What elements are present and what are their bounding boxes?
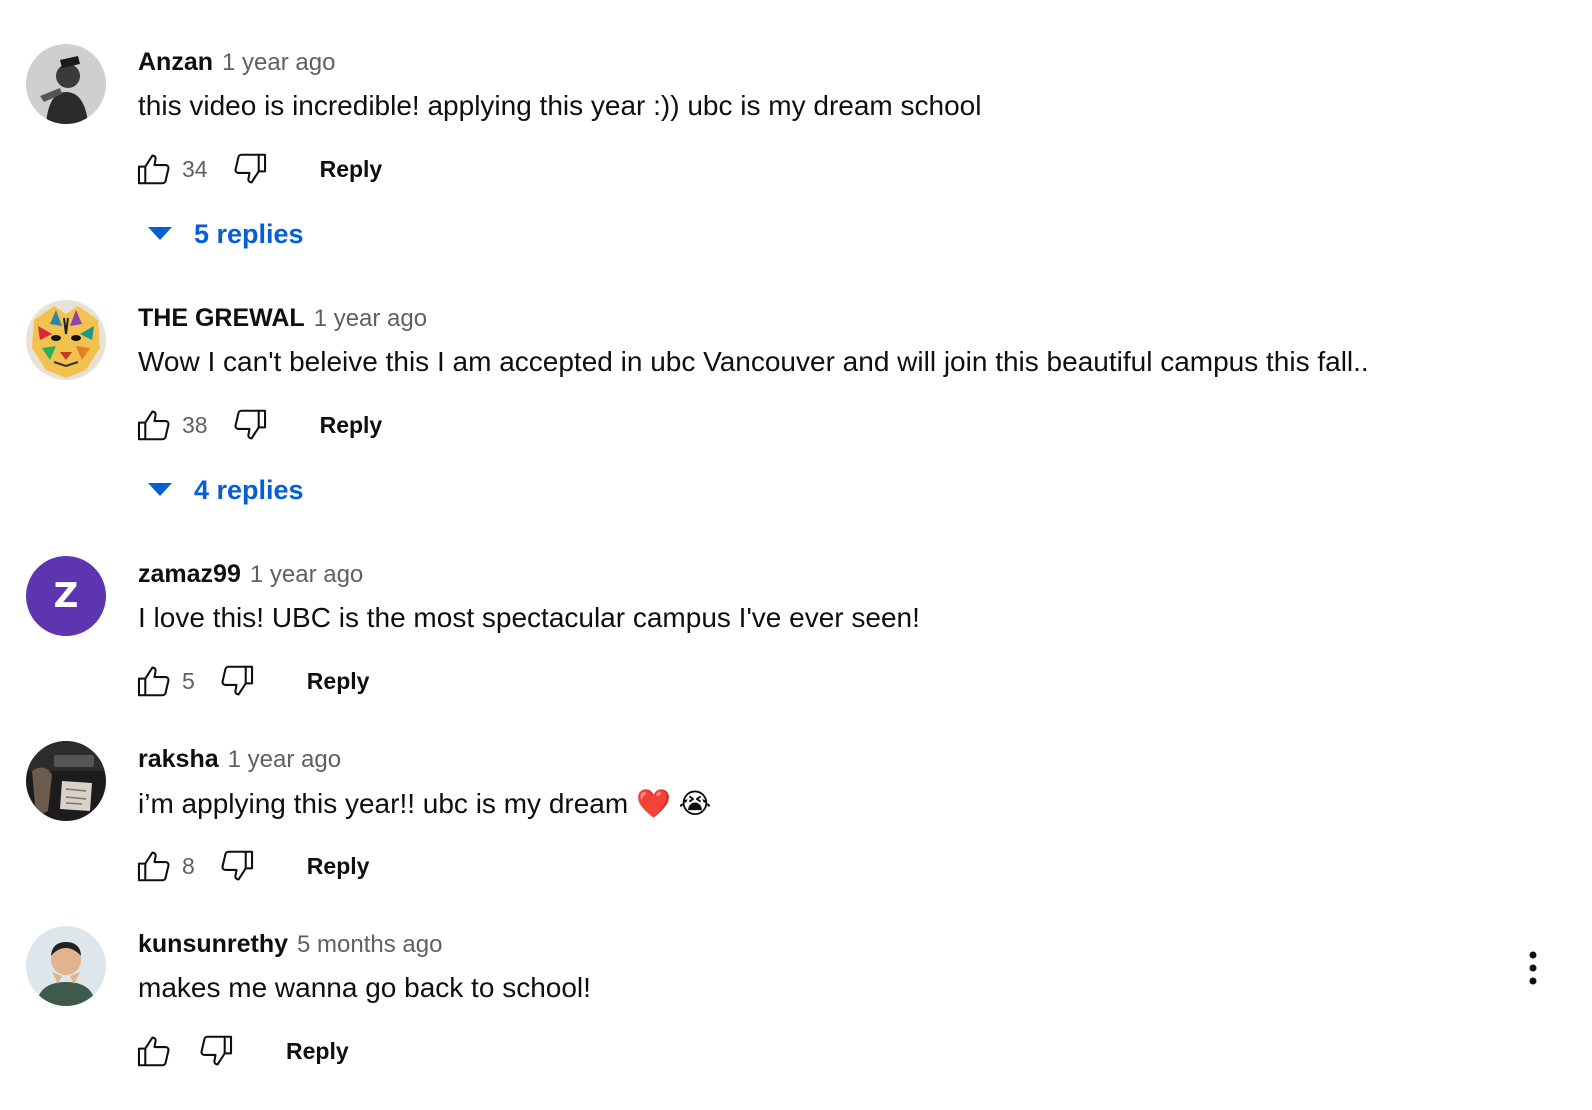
- comment-time[interactable]: 1 year ago: [222, 49, 335, 77]
- view-replies-button[interactable]: 5 replies: [146, 214, 304, 254]
- author-name[interactable]: raksha: [138, 745, 219, 774]
- comment-text: i’m applying this year!! ubc is my dream…: [138, 788, 712, 819]
- dislike-button[interactable]: [230, 404, 270, 446]
- avatar[interactable]: [26, 44, 106, 124]
- reply-button[interactable]: Reply: [286, 1038, 349, 1065]
- dislike-button[interactable]: [217, 660, 257, 702]
- like-count: 34: [182, 155, 208, 182]
- comment-thread: THE GREWAL 1 year ago Wow I can't beleiv…: [0, 300, 1592, 520]
- comment-header: raksha 1 year ago: [138, 745, 341, 775]
- reply-button[interactable]: Reply: [307, 668, 370, 695]
- comment-header: kunsunrethy 5 months ago: [138, 930, 442, 960]
- like-count: 8: [182, 852, 195, 879]
- thumbs-down-icon: [234, 409, 266, 440]
- dislike-button[interactable]: [230, 148, 270, 190]
- like-button[interactable]: [134, 660, 174, 702]
- comment-thread: kunsunrethy 5 months ago makes me wanna …: [0, 926, 1592, 1086]
- more-actions-button[interactable]: [1518, 946, 1548, 990]
- view-replies-button[interactable]: 4 replies: [146, 470, 304, 510]
- thumbs-down-icon: [234, 153, 266, 184]
- photo-avatar-icon: [26, 741, 106, 821]
- avatar[interactable]: Z: [26, 556, 106, 636]
- comment-actions: 34 Reply: [134, 148, 382, 190]
- comment-text: makes me wanna go back to school!: [138, 972, 591, 1003]
- comment-time[interactable]: 1 year ago: [314, 305, 427, 333]
- photo-avatar-icon: [26, 44, 106, 124]
- replies-count: 5 replies: [194, 218, 304, 249]
- comment-actions: 8 Reply: [134, 845, 369, 887]
- like-count: 5: [182, 667, 195, 694]
- tiger-avatar-icon: [26, 300, 106, 380]
- like-button[interactable]: [134, 148, 174, 190]
- more-vert-icon: [1529, 951, 1537, 985]
- thumbs-up-icon: [137, 666, 170, 697]
- comment-actions: 5 Reply: [134, 660, 369, 702]
- caret-down-icon: [146, 480, 174, 500]
- dislike-button[interactable]: [217, 845, 257, 887]
- comment-time[interactable]: 1 year ago: [228, 746, 341, 774]
- person-avatar-icon: [26, 926, 106, 1006]
- comment-thread: raksha 1 year ago i’m applying this year…: [0, 741, 1592, 901]
- comments-section: Anzan 1 year ago this video is incredibl…: [0, 0, 1592, 1110]
- comment-actions: Reply: [134, 1030, 349, 1072]
- author-name[interactable]: zamaz99: [138, 560, 241, 589]
- comment-thread: Anzan 1 year ago this video is incredibl…: [0, 44, 1592, 264]
- thumbs-up-icon: [137, 154, 170, 185]
- reply-button[interactable]: Reply: [320, 412, 383, 439]
- like-button[interactable]: [134, 845, 174, 887]
- author-name[interactable]: THE GREWAL: [138, 304, 305, 333]
- comment-header: zamaz99 1 year ago: [138, 560, 363, 590]
- like-button[interactable]: [134, 404, 174, 446]
- comment-text: I love this! UBC is the most spectacular…: [138, 602, 920, 633]
- comment-text: Wow I can't beleive this I am accepted i…: [138, 346, 1369, 377]
- caret-down-icon: [146, 224, 174, 244]
- comment-thread: Z zamaz99 1 year ago I love this! UBC is…: [0, 556, 1592, 716]
- thumbs-up-icon: [137, 1036, 170, 1067]
- replies-count: 4 replies: [194, 474, 304, 505]
- reply-button[interactable]: Reply: [307, 853, 370, 880]
- author-name[interactable]: Anzan: [138, 48, 213, 77]
- comment-header: Anzan 1 year ago: [138, 48, 335, 78]
- comment-text: this video is incredible! applying this …: [138, 90, 982, 121]
- author-name[interactable]: kunsunrethy: [138, 930, 288, 959]
- avatar[interactable]: [26, 300, 106, 380]
- reply-button[interactable]: Reply: [320, 156, 383, 183]
- comment-time[interactable]: 5 months ago: [297, 931, 442, 959]
- like-count: 38: [182, 411, 208, 438]
- dislike-button[interactable]: [196, 1030, 236, 1072]
- comment-header: THE GREWAL 1 year ago: [138, 304, 427, 334]
- thumbs-down-icon: [221, 850, 253, 881]
- avatar[interactable]: [26, 926, 106, 1006]
- thumbs-up-icon: [137, 410, 170, 441]
- thumbs-up-icon: [137, 851, 170, 882]
- thumbs-down-icon: [221, 665, 253, 696]
- comment-actions: 38 Reply: [134, 404, 382, 446]
- avatar[interactable]: [26, 741, 106, 821]
- like-button[interactable]: [134, 1030, 174, 1072]
- comment-time[interactable]: 1 year ago: [250, 561, 363, 589]
- thumbs-down-icon: [200, 1035, 233, 1066]
- avatar-letter: Z: [26, 556, 106, 636]
